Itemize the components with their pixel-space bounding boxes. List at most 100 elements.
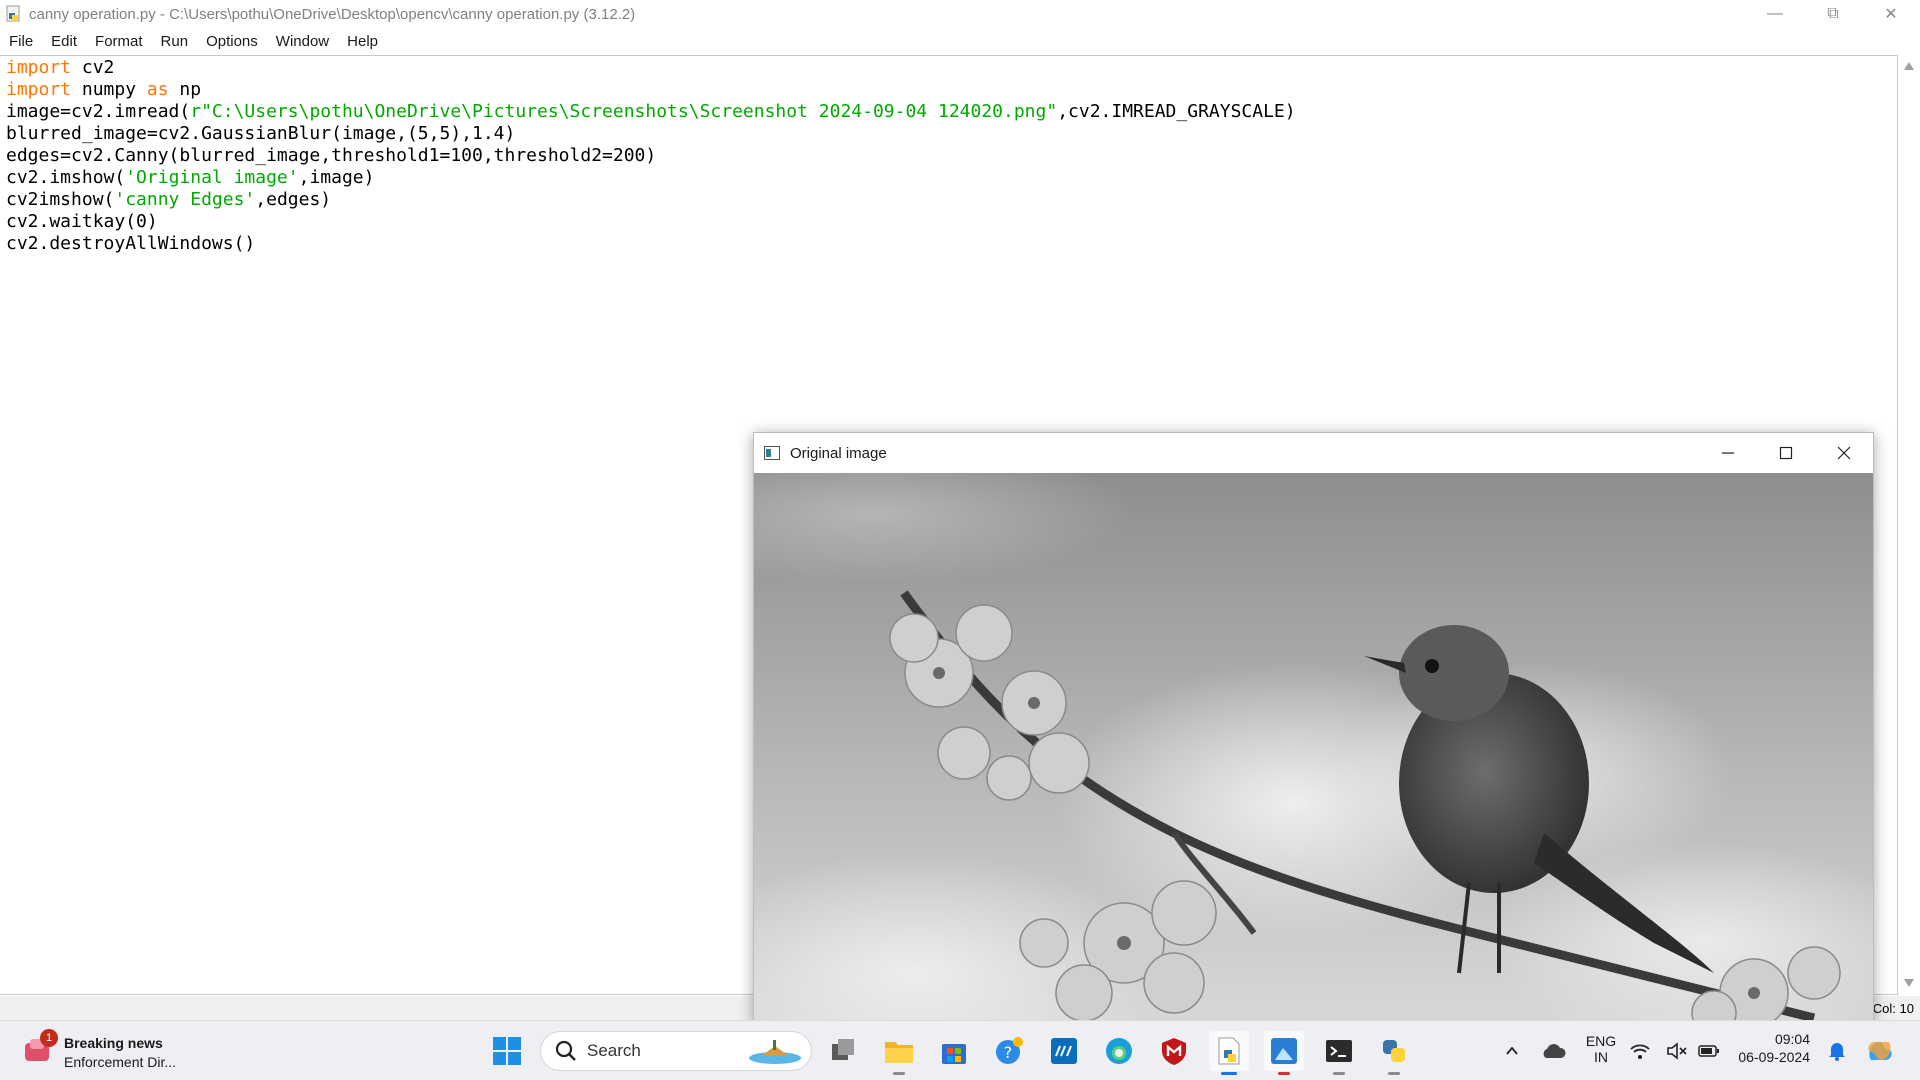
wifi-icon [1630,1044,1650,1059]
start-button[interactable] [487,1031,527,1071]
mcafee-button[interactable] [1154,1031,1194,1071]
svg-text:?: ? [1004,1043,1013,1062]
python-button[interactable] [1374,1031,1414,1075]
wifi-button[interactable] [1627,1031,1653,1071]
code-token: ,image) [298,167,375,188]
minimize-icon: — [1767,5,1783,22]
news-badge: 1 [40,1029,58,1047]
chevron-up-icon [1506,1046,1518,1055]
menu-window[interactable]: Window [267,33,338,50]
folder-icon [885,1042,913,1063]
bell-icon [1829,1043,1845,1061]
restore-icon: ⧉ [1827,5,1839,22]
running-indicator [1333,1072,1345,1075]
opencv-image-window[interactable]: Original image [753,432,1874,1024]
grayscale-bird-photo [754,473,1873,1023]
code-line: cv2.destroyAllWindows() [6,233,1296,255]
opencv-window-taskbar-button[interactable] [1264,1031,1304,1075]
code-line: image=cv2.imread(r"C:\Users\pothu\OneDri… [6,101,1296,123]
edge-button[interactable] [1099,1031,1139,1071]
code-line: import numpy as np [6,79,1296,101]
code-string: 'canny Edges' [114,189,256,210]
ms-store-button[interactable] [934,1031,974,1071]
python-file-icon [1218,1037,1240,1065]
minimize-icon [1722,452,1734,454]
myhp-button[interactable] [1044,1031,1084,1071]
code-line: blurred_image=cv2.GaussianBlur(image,(5,… [6,123,1296,145]
news-title: Breaking news [64,1035,163,1051]
image-window-title-bar[interactable]: Original image [754,433,1873,473]
news-subtitle: Enforcement Dir... [64,1054,177,1070]
code-token: ,edges) [255,189,332,210]
terminal-icon [1326,1040,1352,1062]
running-indicator [893,1072,905,1075]
idle-editor-taskbar-button[interactable] [1209,1031,1249,1075]
task-view-icon [832,1039,854,1060]
scroll-up-icon[interactable] [1904,62,1914,70]
code-token: cv2 [71,57,115,78]
close-icon [1837,446,1851,460]
close-icon: ✕ [1884,6,1898,23]
scroll-down-icon[interactable] [1904,979,1914,987]
terminal-button[interactable] [1319,1031,1359,1075]
restore-button[interactable]: ⧉ [1804,0,1862,28]
code-keyword: import [6,57,72,78]
image-window-title: Original image [790,444,887,462]
python-idle-icon [6,5,20,22]
region-code: IN [1594,1049,1608,1065]
code-token: ,cv2.IMREAD_GRAYSCALE) [1057,101,1296,122]
vertical-scrollbar[interactable] [1898,55,1920,995]
active-indicator [1221,1072,1237,1075]
copilot-icon [1868,1042,1892,1060]
news-widget[interactable]: 1 Breaking news Enforcement Dir... [22,1029,222,1073]
close-button[interactable]: ✕ [1862,0,1920,28]
menu-edit[interactable]: Edit [42,33,86,50]
mcafee-shield-icon [1162,1038,1186,1065]
code-text[interactable]: import cv2 import numpy as np image=cv2.im… [6,57,1296,255]
menu-file[interactable]: File [0,33,42,50]
python-icon [1383,1040,1405,1062]
task-view-button[interactable] [824,1031,864,1071]
editor-title-bar[interactable]: canny operation.py - C:\Users\pothu\OneD… [0,0,1920,28]
code-keyword: import [6,79,72,100]
menu-help[interactable]: Help [338,33,387,50]
code-line: cv2imshow('canny Edges',edges) [6,189,1296,211]
menu-run[interactable]: Run [152,33,198,50]
code-keyword: as [146,79,169,100]
code-token: numpy [71,79,147,100]
onedrive-button[interactable] [1533,1031,1573,1071]
volume-muted-icon [1667,1042,1687,1060]
notifications-button[interactable] [1824,1031,1850,1071]
file-explorer-button[interactable] [879,1031,919,1075]
status-column: Col: 10 [1872,1001,1914,1016]
image-maximize-button[interactable] [1757,433,1815,473]
running-indicator [1388,1072,1400,1075]
code-line: cv2.waitkay(0) [6,211,1296,233]
clock[interactable]: 09:04 06-09-2024 [1734,1031,1810,1065]
search-highlight-icon [749,1040,801,1064]
code-token: cv2.destroyAllWindows() [6,233,256,254]
code-string: 'Original image' [125,167,299,188]
image-window-icon [1271,1038,1297,1064]
help-icon: ? [996,1037,1023,1064]
language-code: ENG [1585,1033,1617,1049]
code-token: image=cv2.imread( [6,101,191,122]
battery-button[interactable] [1696,1031,1722,1071]
windows-start-icon [493,1037,521,1065]
menu-format[interactable]: Format [86,33,152,50]
volume-button[interactable] [1664,1031,1690,1071]
code-token: cv2.waitkay(0) [6,211,158,232]
code-token: edges=cv2.Canny(blurred_image,threshold1… [6,145,657,166]
show-hidden-icons-button[interactable] [1492,1031,1532,1071]
language-indicator[interactable]: ENG IN [1584,1033,1618,1065]
image-minimize-button[interactable] [1699,433,1757,473]
search-icon [555,1040,576,1061]
taskbar-search[interactable]: Search [540,1031,812,1071]
menu-bar: File Edit Format Run Options Window Help [0,28,1920,54]
minimize-button[interactable]: — [1746,0,1804,28]
get-help-button[interactable]: ? [989,1031,1029,1071]
menu-options[interactable]: Options [197,33,267,50]
code-token: np [168,79,202,100]
image-close-button[interactable] [1815,433,1873,473]
copilot-button[interactable] [1860,1031,1900,1071]
